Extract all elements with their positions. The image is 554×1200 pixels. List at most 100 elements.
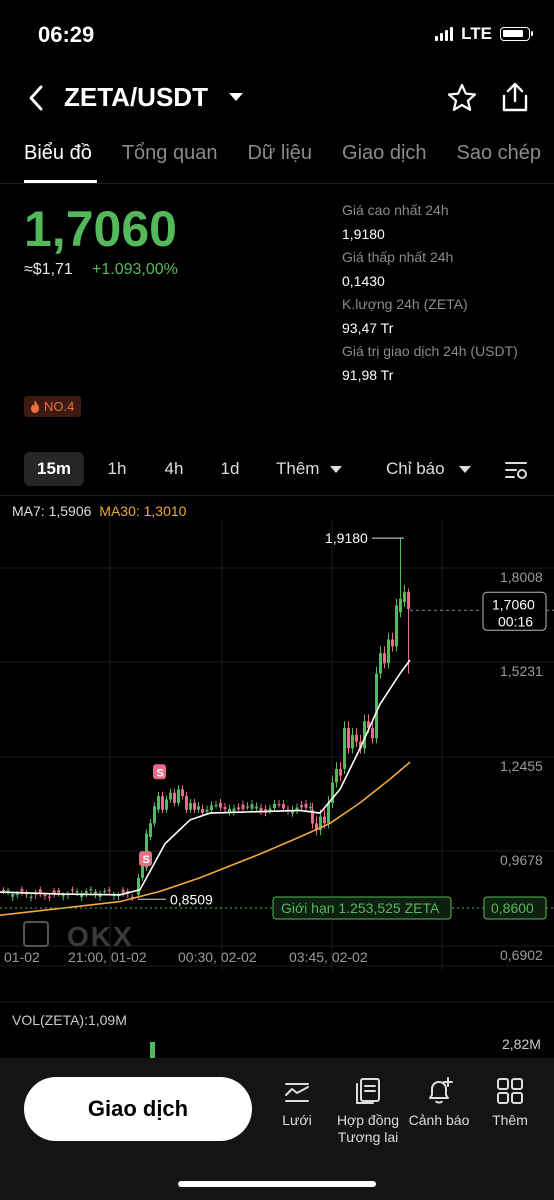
candle-body — [137, 877, 140, 895]
tab-copy[interactable]: Sao chép — [457, 142, 542, 165]
stat-volume-label: K.lượng 24h (ZETA) — [342, 296, 468, 312]
candle-body — [375, 673, 378, 739]
candle-body — [351, 734, 354, 749]
candle-body — [300, 805, 303, 808]
candle-body — [84, 891, 88, 894]
alert-bell-icon — [429, 1077, 453, 1104]
timeframe-15m[interactable]: 15m — [24, 452, 84, 486]
star-icon[interactable] — [446, 82, 478, 114]
candle-body — [141, 864, 144, 878]
back-arrow-icon[interactable] — [26, 84, 46, 112]
candle-body — [61, 895, 65, 897]
nav-grid-label: Lưới — [282, 1112, 312, 1128]
stat-high-label: Giá cao nhất 24h — [342, 202, 449, 218]
tab-trades[interactable]: Giao dịch — [342, 142, 427, 165]
candle-body — [387, 639, 390, 664]
high-price-label: 1,9180 — [325, 530, 368, 546]
timeframe-4h[interactable]: 4h — [159, 452, 189, 486]
x-tick-label: 00:30, 02-02 — [178, 949, 257, 965]
price-change: +1.093,00% — [92, 261, 178, 278]
candle-body — [181, 789, 184, 797]
grid-trading-icon — [285, 1083, 309, 1102]
tab-chart[interactable]: Biểu đồ — [24, 142, 92, 165]
sell-marker-letter: S — [143, 854, 150, 866]
candle-body — [399, 598, 402, 613]
stat-volume-value: 93,47 Tr — [342, 320, 394, 336]
nav-grid[interactable]: Lưới — [262, 1076, 332, 1128]
indicator-caret-icon — [459, 466, 471, 473]
timeframe-more[interactable]: Thêm — [276, 452, 326, 486]
candle-body — [197, 806, 200, 810]
candle-body — [214, 804, 218, 807]
candle-body — [371, 728, 374, 739]
trade-button[interactable]: Giao dịch — [24, 1077, 252, 1141]
candle-body — [250, 804, 254, 809]
candle-body — [277, 803, 281, 806]
limit-order-label: Giới hạn 1.253,525 ZETA — [281, 900, 440, 916]
stat-turnover-label: Giá trị giao dịch 24h (USDT) — [342, 343, 518, 359]
candle-body — [246, 806, 249, 808]
watermark-logo: OKX — [67, 921, 134, 952]
network-label: LTE — [461, 24, 492, 43]
candle-body — [323, 816, 326, 824]
candle-body — [71, 889, 74, 891]
candle-body — [383, 653, 386, 664]
candle-body — [395, 605, 398, 647]
candle-body — [205, 809, 209, 812]
nav-alert[interactable]: Cảnh báo — [404, 1076, 474, 1128]
candle-body — [210, 805, 213, 811]
tab-overview[interactable]: Tổng quan — [122, 142, 218, 165]
current-price-value: 1,7060 — [492, 596, 535, 612]
chart-settings-icon[interactable] — [504, 460, 528, 480]
candle-body — [153, 806, 156, 824]
share-icon[interactable] — [500, 81, 530, 113]
more-apps-icon — [497, 1078, 523, 1104]
candle-body — [149, 823, 152, 837]
candle-body — [219, 802, 222, 808]
candle-body — [391, 639, 394, 647]
timeframe-1d[interactable]: 1d — [215, 452, 245, 486]
ma7-label: MA7: 1,5906 — [12, 503, 92, 519]
status-icons: LTE — [435, 24, 533, 44]
watermark-icon — [23, 921, 49, 947]
candle-body — [15, 893, 19, 895]
price-usd: ≈$1,71 — [24, 261, 73, 278]
futures-contract-icon — [356, 1078, 380, 1104]
candle-body — [268, 808, 272, 811]
candle-body — [38, 889, 42, 894]
divider — [0, 183, 554, 184]
caret-down-icon[interactable] — [228, 92, 244, 102]
candle-body — [347, 728, 350, 749]
candle-body — [121, 889, 125, 893]
candle-body — [403, 591, 406, 603]
x-tick-label: 01-02 — [4, 949, 40, 965]
y-tick-label: 1,2455 — [500, 758, 543, 774]
candle-body — [173, 792, 176, 803]
candle-body — [237, 807, 240, 810]
volume-bar — [150, 1042, 155, 1058]
candle-body — [161, 796, 164, 810]
last-price: 1,7060 — [24, 201, 177, 257]
candle-body — [309, 806, 312, 809]
candlestick-chart[interactable]: SS 1,80081,52311,24550,96780,690201-02 21… — [0, 520, 554, 1060]
status-time: 06:29 — [38, 22, 95, 47]
y-tick-label: 0,9678 — [500, 852, 543, 868]
candle-body — [169, 792, 172, 800]
nav-more[interactable]: Thêm — [475, 1076, 545, 1128]
timeframe-1h[interactable]: 1h — [102, 452, 132, 486]
pair-title[interactable]: ZETA/USDT — [64, 82, 208, 113]
nav-futures[interactable]: Hợp đồng Tương lai — [333, 1076, 403, 1146]
home-indicator — [178, 1181, 376, 1187]
volume-label: VOL(ZETA):1,09M — [12, 1012, 127, 1028]
indicators-dropdown[interactable]: Chỉ báo — [386, 452, 450, 486]
flame-icon — [31, 400, 39, 413]
tab-data[interactable]: Dữ liệu — [247, 142, 312, 165]
candle-body — [75, 891, 79, 893]
candle-body — [327, 802, 330, 824]
y-tick-label: 1,5231 — [500, 663, 543, 679]
tab-bar: Biểu đồ Tổng quan Dữ liệu Giao dịch Sao … — [24, 142, 541, 165]
candle-body — [241, 804, 245, 810]
x-tick-label: 03:45, 02-02 — [289, 949, 368, 965]
nav-more-label: Thêm — [492, 1112, 528, 1128]
candle-body — [165, 799, 168, 810]
